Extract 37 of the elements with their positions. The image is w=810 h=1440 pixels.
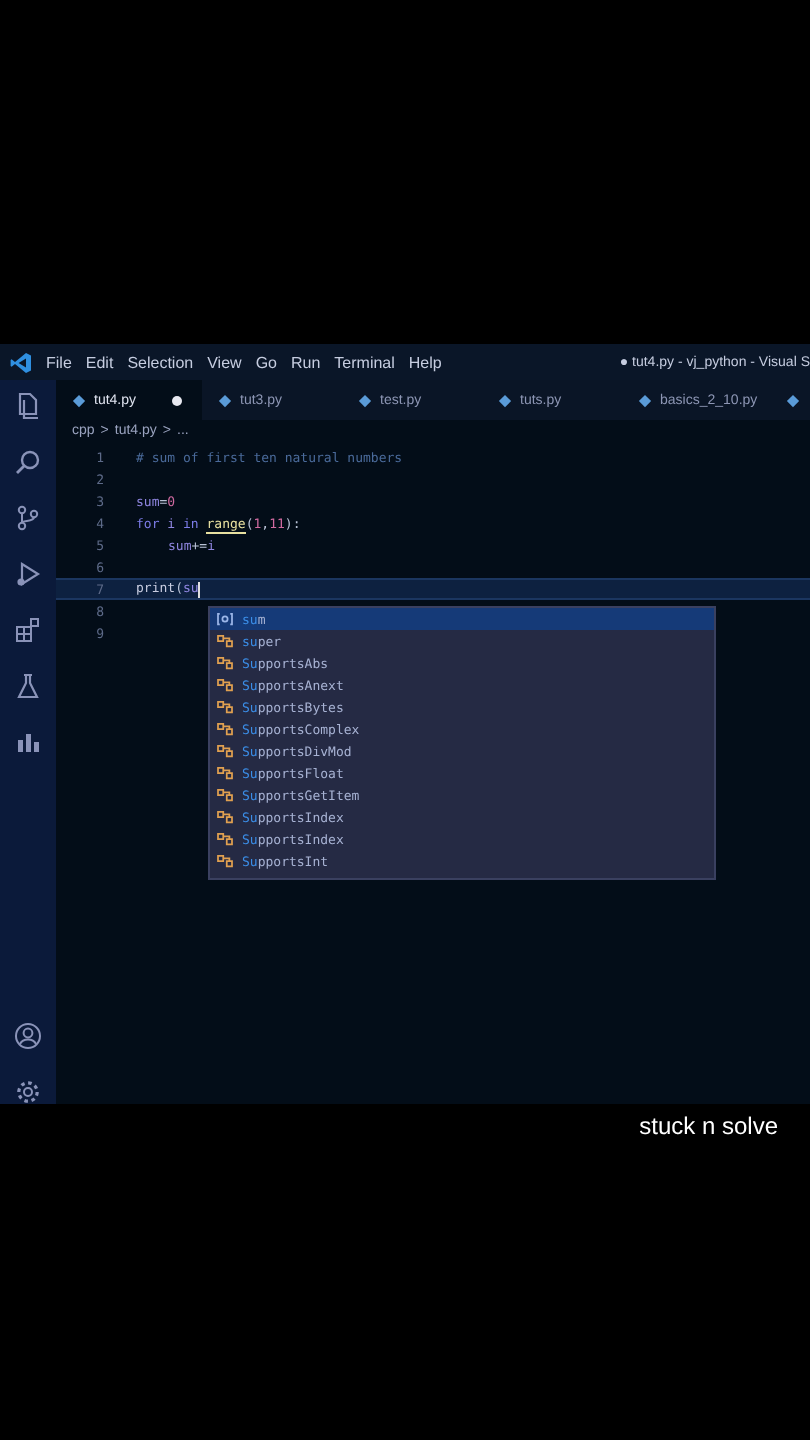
files-icon[interactable] <box>14 392 42 420</box>
class-icon <box>216 700 234 714</box>
python-file-icon <box>358 393 373 407</box>
variable-icon <box>216 612 234 626</box>
class-icon <box>216 854 234 868</box>
channel-caption: stuck n solve <box>639 1112 778 1140</box>
extensions-icon[interactable] <box>14 616 42 644</box>
python-file-icon <box>72 393 86 407</box>
run-debug-icon[interactable] <box>14 560 42 588</box>
class-icon <box>216 744 234 758</box>
settings-icon[interactable] <box>14 1078 42 1106</box>
class-icon <box>216 810 234 824</box>
class-icon <box>216 634 234 648</box>
python-file-icon <box>638 393 653 407</box>
menu-item[interactable]: Terminal <box>334 353 395 371</box>
class-icon <box>216 678 234 692</box>
search-icon[interactable] <box>14 448 42 476</box>
class-icon <box>216 832 234 846</box>
flask-icon[interactable] <box>14 672 42 700</box>
class-icon <box>216 766 234 780</box>
code-editor-logo-icon <box>10 351 32 373</box>
source-control-icon[interactable] <box>14 504 42 532</box>
menu-item[interactable]: Go <box>255 353 277 371</box>
menu-item[interactable]: File <box>46 353 72 371</box>
menu-item[interactable]: Edit <box>85 353 114 371</box>
bar-chart-icon[interactable] <box>14 728 42 756</box>
class-icon <box>216 722 234 736</box>
account-icon[interactable] <box>14 1022 42 1050</box>
menu-item[interactable]: Run <box>290 353 321 371</box>
menu-item[interactable]: Selection <box>127 353 194 371</box>
menu-item[interactable]: Help <box>408 353 442 371</box>
python-file-icon <box>498 393 513 407</box>
class-icon <box>216 788 234 802</box>
python-file-icon <box>218 393 233 407</box>
python-file-icon <box>785 393 800 407</box>
menu-item[interactable]: View <box>207 353 242 371</box>
class-icon <box>216 656 234 670</box>
